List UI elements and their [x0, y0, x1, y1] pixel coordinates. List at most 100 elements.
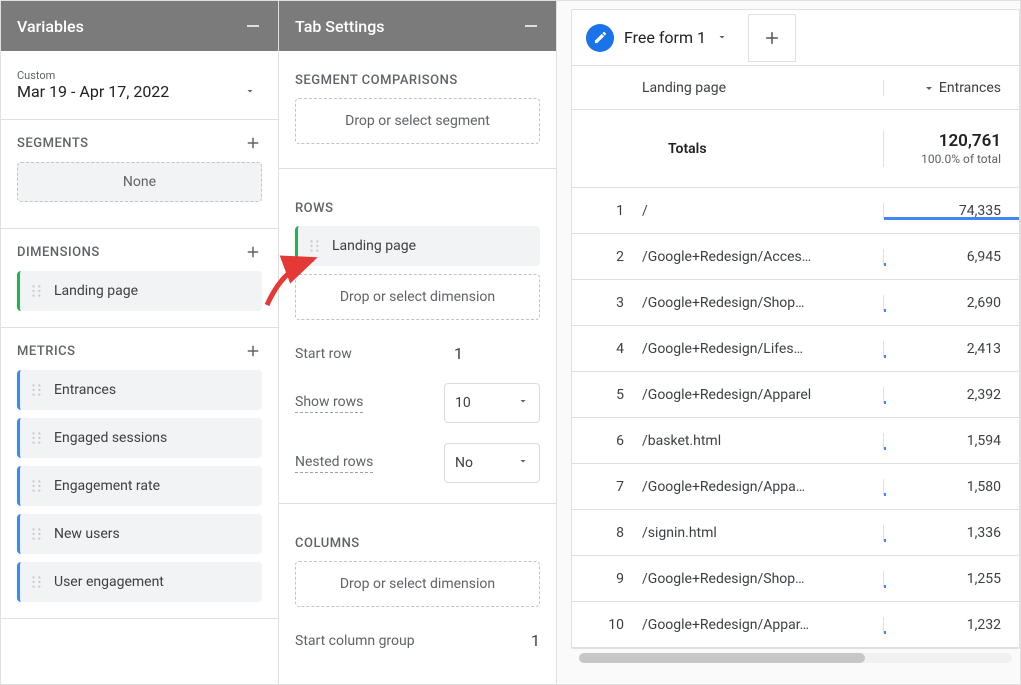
drag-handle-icon: [30, 575, 44, 589]
add-segment-button[interactable]: [244, 134, 262, 152]
table-row[interactable]: 8/signin.html1,336: [572, 510, 1019, 556]
variables-header: Variables: [1, 1, 278, 51]
metric-chip-label: Engagement rate: [54, 478, 160, 494]
segments-none-chip[interactable]: None: [17, 162, 262, 202]
show-rows-label: Show rows: [295, 394, 363, 413]
collapse-tabsettings-button[interactable]: [522, 17, 540, 35]
row-metric: 74,335: [883, 203, 1019, 219]
report-panel: Free form 1 Landing page Entrances: [557, 1, 1020, 684]
add-tab-button[interactable]: [748, 14, 796, 62]
table-row[interactable]: 1/74,335: [572, 188, 1019, 234]
chevron-down-icon: [244, 85, 256, 101]
row-dimension: /Google+Redesign/Apparel: [642, 387, 883, 403]
scrollbar-thumb[interactable]: [579, 653, 865, 663]
rows-drop-zone[interactable]: Drop or select dimension: [295, 274, 540, 320]
table-row[interactable]: 10/Google+Redesign/Appar…1,232: [572, 602, 1019, 648]
rows-heading: ROWS: [295, 201, 333, 216]
metric-chip[interactable]: Engagement rate: [17, 466, 262, 506]
nested-rows-select[interactable]: No: [444, 443, 540, 483]
dimensions-heading: DIMENSIONS: [17, 245, 100, 260]
segment-comparisons-heading: SEGMENT COMPARISONS: [295, 73, 458, 88]
grid-totals-label: Totals: [642, 141, 883, 157]
drag-handle-icon: [30, 431, 44, 445]
metric-chip-label: User engagement: [54, 574, 164, 590]
row-metric: 2,690: [883, 295, 1019, 311]
start-row-label: Start row: [295, 346, 352, 362]
row-dimension: /: [642, 203, 883, 219]
add-dimension-button[interactable]: [244, 243, 262, 261]
row-metric: 1,580: [883, 479, 1019, 495]
row-index: 6: [572, 433, 642, 449]
start-row-value[interactable]: 1: [444, 344, 540, 363]
grid-dim-header[interactable]: Landing page: [642, 80, 883, 96]
drag-handle-icon: [30, 383, 44, 397]
metric-chip-label: Entrances: [54, 382, 116, 398]
row-dimension: /Google+Redesign/Appar…: [642, 617, 883, 633]
row-dimension: /signin.html: [642, 525, 883, 541]
columns-drop-zone[interactable]: Drop or select dimension: [295, 561, 540, 607]
row-metric: 6,945: [883, 249, 1019, 265]
sort-desc-icon: [923, 80, 935, 96]
table-row[interactable]: 6/basket.html1,594: [572, 418, 1019, 464]
metric-chip[interactable]: Entrances: [17, 370, 262, 410]
metrics-heading: METRICS: [17, 344, 75, 359]
table-row[interactable]: 7/Google+Redesign/Appa…1,580: [572, 464, 1019, 510]
row-metric: 1,232: [883, 617, 1019, 633]
row-dimension: /Google+Redesign/Acces…: [642, 249, 883, 265]
start-column-group-label: Start column group: [295, 633, 415, 649]
grid-totals-sub: 100.0% of total: [884, 152, 1001, 168]
segment-drop-zone[interactable]: Drop or select segment: [295, 98, 540, 144]
row-dimension: /Google+Redesign/Shop…: [642, 571, 883, 587]
row-metric: 2,413: [883, 341, 1019, 357]
row-dimension: /Google+Redesign/Shop…: [642, 295, 883, 311]
grid-totals-value: 120,761: [884, 130, 1001, 152]
table-row[interactable]: 2/Google+Redesign/Acces…6,945: [572, 234, 1019, 280]
variables-title: Variables: [17, 17, 84, 36]
date-range-custom-label: Custom: [17, 69, 262, 82]
report-tab-freeform[interactable]: Free form 1: [572, 10, 742, 66]
horizontal-scrollbar[interactable]: [579, 653, 1012, 663]
row-index: 5: [572, 387, 642, 403]
row-index: 8: [572, 525, 642, 541]
row-index: 1: [572, 203, 642, 219]
variables-panel: Variables Custom Mar 19 - Apr 17, 2022 S…: [1, 1, 279, 684]
drag-handle-icon: [30, 284, 44, 298]
table-row[interactable]: 9/Google+Redesign/Shop…1,255: [572, 556, 1019, 602]
metric-chip[interactable]: New users: [17, 514, 262, 554]
table-row[interactable]: 3/Google+Redesign/Shop…2,690: [572, 280, 1019, 326]
rows-drop-placeholder: Drop or select dimension: [340, 289, 495, 305]
drag-handle-icon: [308, 239, 322, 253]
grid-metric-header[interactable]: Entrances: [883, 80, 1019, 96]
chevron-down-icon: [517, 395, 529, 411]
metric-chip-label: Engaged sessions: [54, 430, 167, 446]
rows-chip-label: Landing page: [332, 238, 416, 254]
pencil-icon: [586, 24, 614, 52]
collapse-variables-button[interactable]: [244, 17, 262, 35]
report-tab-label: Free form 1: [624, 28, 706, 47]
table-row[interactable]: 5/Google+Redesign/Apparel2,392: [572, 372, 1019, 418]
metric-chip[interactable]: User engagement: [17, 562, 262, 602]
columns-drop-placeholder: Drop or select dimension: [340, 576, 495, 592]
date-range-value: Mar 19 - Apr 17, 2022: [17, 82, 262, 101]
metric-chip[interactable]: Engaged sessions: [17, 418, 262, 458]
tab-settings-title: Tab Settings: [295, 17, 385, 36]
dimension-chip-landing-page[interactable]: Landing page: [17, 271, 262, 311]
show-rows-select[interactable]: 10: [444, 383, 540, 423]
date-range-picker[interactable]: Custom Mar 19 - Apr 17, 2022: [1, 51, 278, 120]
row-index: 9: [572, 571, 642, 587]
report-grid: Landing page Entrances Totals 120,761 10…: [572, 66, 1019, 648]
drag-handle-icon: [30, 479, 44, 493]
add-metric-button[interactable]: [244, 342, 262, 360]
row-metric: 2,392: [883, 387, 1019, 403]
start-column-group-value[interactable]: 1: [521, 631, 540, 650]
row-index: 4: [572, 341, 642, 357]
row-index: 2: [572, 249, 642, 265]
row-metric: 1,594: [883, 433, 1019, 449]
chevron-down-icon: [517, 455, 529, 471]
nested-rows-label: Nested rows: [295, 454, 373, 473]
row-index: 3: [572, 295, 642, 311]
rows-chip-landing-page[interactable]: Landing page: [295, 226, 540, 266]
dimension-chip-label: Landing page: [54, 283, 138, 299]
row-dimension: /Google+Redesign/Lifes…: [642, 341, 883, 357]
table-row[interactable]: 4/Google+Redesign/Lifes…2,413: [572, 326, 1019, 372]
